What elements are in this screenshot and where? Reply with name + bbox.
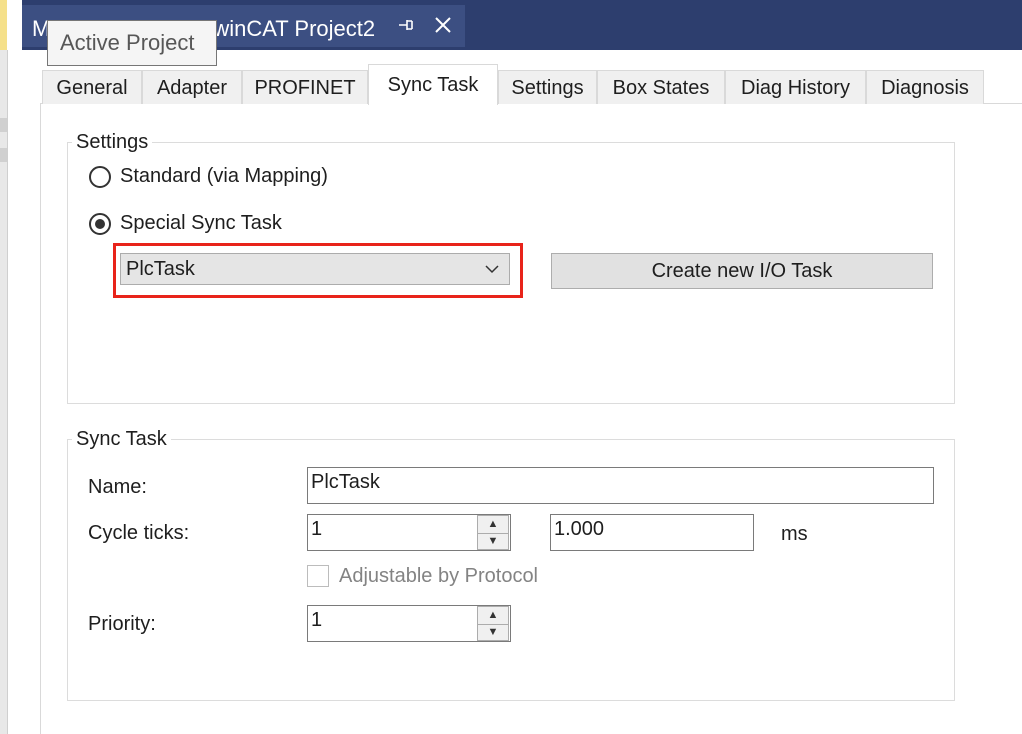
name-label: Name:: [88, 476, 147, 498]
special-sync-task-label[interactable]: Special Sync Task: [120, 212, 282, 235]
priority-stepper[interactable]: ▲ ▼: [477, 606, 509, 641]
priority-label: Priority:: [88, 613, 156, 635]
pin-icon[interactable]: [394, 15, 418, 39]
sync-task-group-title: Sync Task: [72, 428, 171, 451]
standard-radio-label[interactable]: Standard (via Mapping): [120, 165, 328, 188]
create-io-task-button[interactable]: Create new I/O Task: [551, 253, 933, 289]
chevron-down-icon[interactable]: ▼: [478, 624, 508, 641]
ms-unit-label: ms: [781, 523, 808, 545]
cycle-ms-field[interactable]: 1.000: [550, 514, 754, 551]
tab-box-states[interactable]: Box States: [597, 70, 725, 104]
ide-edge-mark: [0, 148, 7, 162]
standard-radio[interactable]: [89, 166, 111, 188]
adjustable-by-protocol-checkbox[interactable]: [307, 565, 329, 587]
special-sync-task-radio[interactable]: [89, 213, 111, 235]
priority-value: 1: [311, 609, 323, 631]
name-field[interactable]: PlcTask: [307, 467, 934, 504]
tab-profinet[interactable]: PROFINET: [242, 70, 368, 104]
active-project-tooltip: Active Project: [47, 20, 217, 66]
tab-diag-history[interactable]: Diag History: [725, 70, 866, 104]
ide-edge-mark: [0, 118, 7, 132]
close-icon[interactable]: [430, 13, 456, 39]
chevron-down-icon[interactable]: ▼: [478, 533, 508, 550]
highlight-annotation: [113, 243, 523, 298]
tab-sync-task[interactable]: Sync Task: [368, 64, 498, 105]
tab-diagnosis[interactable]: Diagnosis: [866, 70, 984, 104]
cycle-ticks-value: 1: [311, 518, 323, 540]
ide-edge-marker: [0, 0, 7, 50]
tab-settings[interactable]: Settings: [498, 70, 597, 104]
cycle-ticks-stepper[interactable]: ▲ ▼: [477, 515, 509, 550]
cycle-ticks-label: Cycle ticks:: [88, 522, 190, 544]
settings-group-title: Settings: [72, 131, 153, 154]
chevron-up-icon[interactable]: ▲: [478, 607, 508, 625]
tab-general[interactable]: General: [42, 70, 142, 104]
ide-left-strip: [0, 0, 30, 734]
adjustable-by-protocol-label: Adjustable by Protocol: [339, 565, 539, 587]
tab-adapter[interactable]: Adapter: [142, 70, 242, 104]
chevron-up-icon[interactable]: ▲: [478, 516, 508, 534]
radio-selected-dot: [95, 219, 105, 229]
